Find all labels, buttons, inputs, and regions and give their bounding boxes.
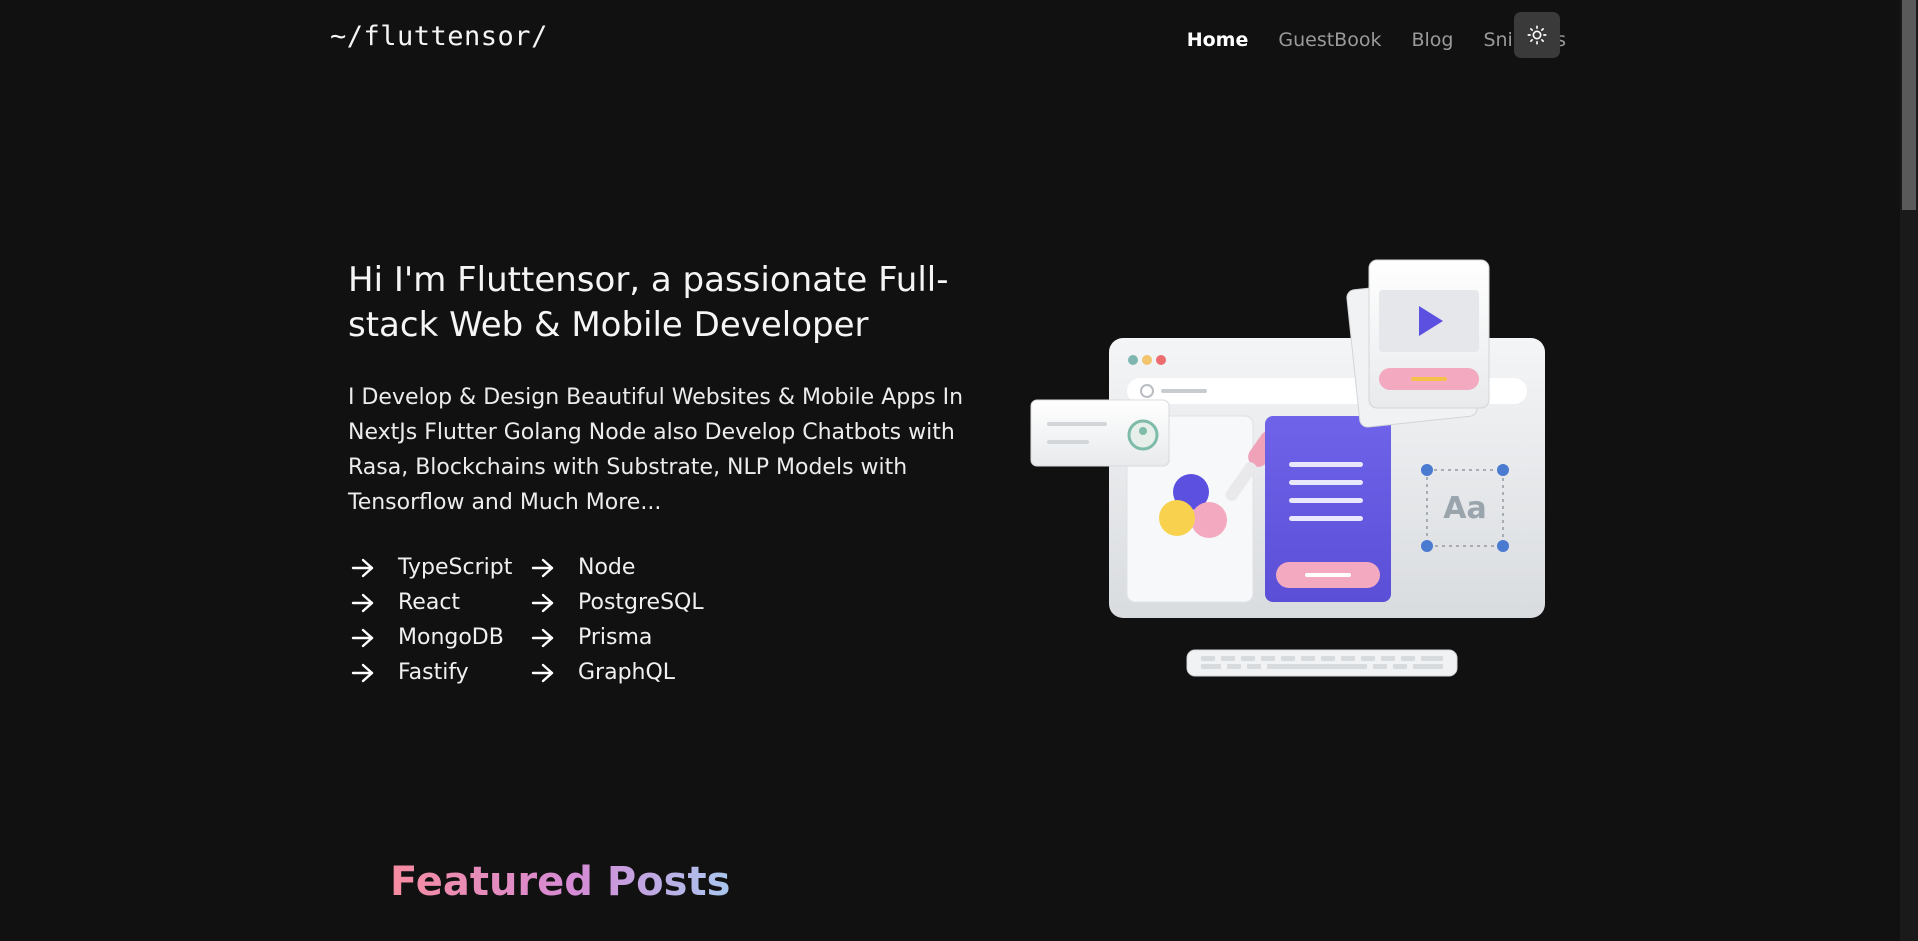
window-dot bbox=[1128, 355, 1138, 365]
skill-item: Fastify bbox=[350, 655, 530, 690]
scrollbar-thumb[interactable] bbox=[1902, 0, 1916, 210]
main-nav: Home GuestBook Blog Snippets bbox=[1157, 22, 1566, 58]
nav-guestbook[interactable]: GuestBook bbox=[1278, 22, 1381, 58]
hero-title: Hi I'm Fluttensor, a passionate Full-sta… bbox=[348, 260, 949, 345]
skill-item: PostgreSQL bbox=[530, 585, 710, 620]
keyboard bbox=[1186, 649, 1458, 677]
type-sample: Aa bbox=[1443, 491, 1486, 526]
arrow-right-icon bbox=[531, 628, 554, 647]
skill-item: Prisma bbox=[530, 620, 710, 655]
handle bbox=[1497, 464, 1509, 476]
theme-toggle-button[interactable] bbox=[1514, 12, 1560, 58]
arrow-right-icon bbox=[351, 628, 374, 647]
page: ~/fluttensor/ Home GuestBook Blog Snippe… bbox=[0, 0, 1918, 941]
color-swatch-yellow bbox=[1159, 500, 1195, 536]
arrow-right-icon bbox=[351, 593, 374, 612]
sun-icon bbox=[1527, 25, 1547, 45]
color-swatch-pink bbox=[1191, 502, 1227, 538]
scrollbar[interactable] bbox=[1900, 0, 1918, 941]
text-line bbox=[1289, 480, 1363, 485]
handle bbox=[1421, 464, 1433, 476]
hero-description: I Develop & Design Beautiful Websites & … bbox=[348, 385, 964, 515]
text-line bbox=[1289, 462, 1363, 467]
video-card-button-line bbox=[1411, 377, 1447, 381]
hero-illustration: Aa bbox=[1030, 259, 1545, 677]
user-card-line bbox=[1047, 422, 1107, 426]
featured-posts-title: Featured Posts bbox=[390, 854, 730, 910]
skill-item: MongoDB bbox=[350, 620, 530, 655]
user-card-line bbox=[1047, 440, 1089, 444]
skill-label: Prisma bbox=[578, 625, 653, 650]
window-dot bbox=[1156, 355, 1166, 365]
handle bbox=[1497, 540, 1509, 552]
skill-item: GraphQL bbox=[530, 655, 710, 690]
window-dot bbox=[1142, 355, 1152, 365]
text-line bbox=[1289, 516, 1363, 521]
nav-blog[interactable]: Blog bbox=[1411, 22, 1453, 58]
skill-item: Node bbox=[530, 550, 710, 585]
search-placeholder-line bbox=[1161, 389, 1207, 393]
arrow-right-icon bbox=[351, 663, 374, 682]
text-line bbox=[1289, 498, 1363, 503]
skill-item: React bbox=[350, 585, 530, 620]
site-logo[interactable]: ~/fluttensor/ bbox=[330, 18, 548, 56]
skill-label: React bbox=[398, 590, 461, 615]
nav-home[interactable]: Home bbox=[1187, 22, 1249, 58]
skill-label: Node bbox=[578, 555, 636, 580]
skill-label: TypeScript bbox=[398, 555, 513, 580]
skill-label: Fastify bbox=[398, 660, 469, 685]
skills-list: TypeScript Node React PostgreSQL MongoDB… bbox=[350, 550, 710, 690]
skill-label: MongoDB bbox=[398, 625, 504, 650]
skill-label: GraphQL bbox=[578, 660, 676, 685]
button-line bbox=[1305, 573, 1351, 577]
skill-label: PostgreSQL bbox=[578, 590, 704, 615]
arrow-right-icon bbox=[531, 663, 554, 682]
handle bbox=[1421, 540, 1433, 552]
arrow-right-icon bbox=[531, 558, 554, 577]
arrow-right-icon bbox=[531, 593, 554, 612]
skill-item: TypeScript bbox=[350, 550, 530, 585]
arrow-right-icon bbox=[351, 558, 374, 577]
